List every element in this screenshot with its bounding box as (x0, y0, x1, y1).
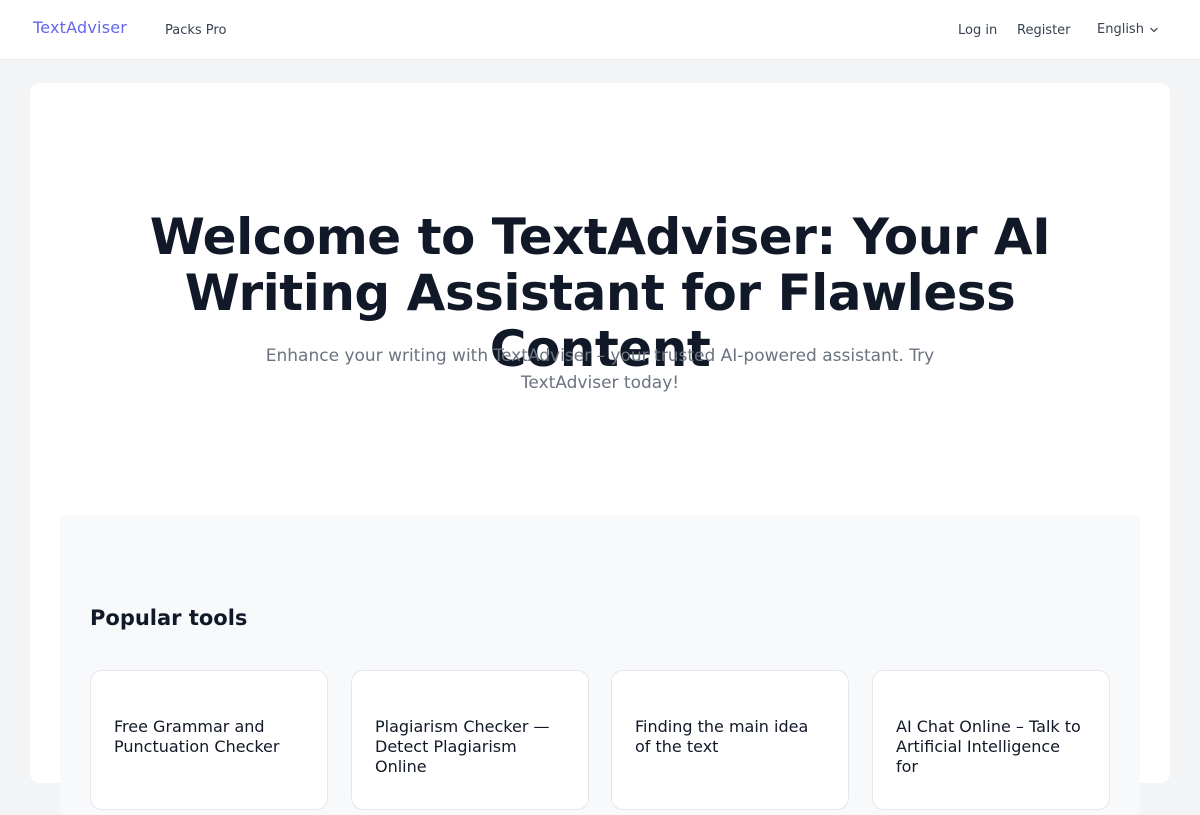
logo[interactable]: TextAdviser (33, 18, 127, 37)
tool-card-title: Free Grammar and Punctuation Checker (114, 717, 280, 756)
tool-card-title: AI Chat Online – Talk to Artificial Inte… (896, 717, 1081, 776)
tool-card-title: Finding the main idea of the text (635, 717, 809, 756)
popular-tools-heading: Popular tools (90, 606, 248, 630)
tool-card-plagiarism-checker[interactable]: Plagiarism Checker — Detect Plagiarism O… (351, 670, 589, 810)
language-label: English (1097, 22, 1144, 37)
language-selector[interactable]: English (1097, 22, 1159, 37)
tool-card-grammar-checker[interactable]: Free Grammar and Punctuation Checker (90, 670, 328, 810)
popular-tools-section: Popular tools Free Grammar and Punctuati… (60, 515, 1140, 815)
main-content-card: Welcome to TextAdviser: Your AI Writing … (30, 83, 1170, 815)
tool-card-ai-chat[interactable]: AI Chat Online – Talk to Artificial Inte… (872, 670, 1110, 810)
tool-card-main-idea[interactable]: Finding the main idea of the text (611, 670, 849, 810)
hero-subtitle: Enhance your writing with TextAdviser – … (265, 346, 935, 393)
top-navigation-bar: TextAdviser Packs Pro Log in Register En… (0, 0, 1200, 60)
tool-card-title: Plagiarism Checker — Detect Plagiarism O… (375, 717, 550, 776)
register-link[interactable]: Register (1017, 23, 1071, 38)
login-link[interactable]: Log in (958, 23, 997, 38)
chevron-down-icon (1149, 25, 1159, 35)
nav-link-packs-pro[interactable]: Packs Pro (165, 23, 226, 38)
